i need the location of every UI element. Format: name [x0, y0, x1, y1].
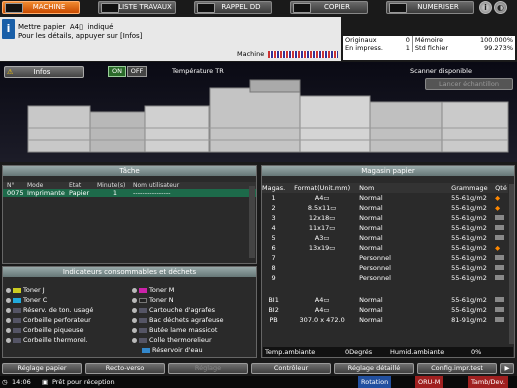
tab-machine[interactable]: MACHINE [2, 1, 80, 14]
status-bar: ◷ 14:06 ▣ Prêt pour réception Rotation O… [0, 376, 517, 388]
toner-m: Toner M [132, 286, 174, 294]
tab-copier[interactable]: COPIER [290, 1, 368, 14]
tray-row[interactable]: 4 11x17▭ Normal 55-61g/m2 [262, 223, 508, 233]
reglage-detaille-button[interactable]: Réglage détaillé [334, 363, 414, 374]
help-icon[interactable]: i [479, 1, 492, 14]
printer-illustration [27, 79, 509, 153]
quantity-icon [495, 255, 505, 260]
printer-icon: ▣ [42, 378, 49, 386]
quantity-icon [495, 297, 505, 302]
temperature-label: Température TR [172, 67, 224, 75]
task-panel-title: Tâche [3, 166, 256, 176]
clock-icon: ◷ [2, 378, 8, 386]
reglage-button[interactable]: Réglage [168, 363, 248, 374]
tray-panel-title: Magasin papier [262, 166, 514, 176]
task-table: N° Mode Etat Minute(s) Nom utilisateur 0… [3, 182, 256, 197]
message-bar: i Mettre papier A4▯ indiqué Pour les dét… [0, 17, 341, 61]
consumables-title: Indicateurs consommables et déchets [3, 267, 256, 277]
toner-j: Toner J [6, 286, 45, 294]
quantity-icon [495, 317, 505, 322]
message-line-1: Mettre papier A4▯ indiqué [18, 23, 114, 31]
binder-glue: Colle thermorelieur [132, 336, 212, 344]
machine-icon [5, 3, 23, 13]
controleur-button[interactable]: Contrôleur [251, 363, 331, 374]
tray-row[interactable]: 6 13x19▭ Normal 55-61g/m2 ◆ [262, 243, 508, 253]
staple-cartridge: Cartouche d'agrafes [132, 306, 215, 314]
tray-table: Magas. Format(Unit.mm) Nom Grammage Qté … [262, 183, 508, 325]
quantity-icon [495, 215, 505, 220]
tray-row[interactable]: BI2 A4▭ Normal 55-61g/m2 [262, 305, 508, 315]
copier-icon [293, 3, 311, 13]
scanner-icon [389, 3, 407, 13]
tray-row[interactable]: 8 Personnel 55-61g/m2 [262, 263, 508, 273]
list-icon [101, 3, 119, 13]
tray-row[interactable]: 5 A3▭ Normal 55-61g/m2 [262, 233, 508, 243]
config-impr-test-button[interactable]: Config.impr.test [417, 363, 497, 374]
tray-row[interactable]: 2 8.5x11▭ Normal 55-61g/m2 ◆ [262, 203, 508, 213]
machine-label: Machine [237, 50, 265, 58]
quantity-icon [495, 225, 505, 230]
thermal-waste: Corbeille thermorel. [6, 336, 88, 344]
waste-toner: Réserv. de ton. usagé [6, 306, 93, 314]
warning-icon: ◆ [495, 244, 501, 252]
tamb-status: Tamb/Dev. [468, 376, 508, 388]
reglage-papier-button[interactable]: Réglage papier [2, 363, 82, 374]
staple-waste: Corbeille piqueuse [6, 326, 83, 334]
rotation-status: Rotation [358, 376, 392, 388]
tray-row[interactable]: BI1 A4▭ Normal 55-61g/m2 [262, 295, 508, 305]
task-scrollbar[interactable] [249, 186, 255, 258]
trimmer-stop: Butée lame massicot [132, 326, 217, 334]
water-reservoir: Réservoir d'eau [142, 346, 203, 354]
ambient-strip: Temp.ambiante 0Degrés Humid.ambiante 0% [263, 347, 513, 357]
quantity-icon [495, 265, 505, 270]
next-arrow-button[interactable]: ▶ [500, 363, 514, 374]
tab-liste-travaux[interactable]: LISTE TRAVAUX [98, 1, 176, 14]
settings-icon[interactable]: ◐ [494, 1, 507, 14]
tray-row[interactable]: 3 12x18▭ Normal 55-61g/m2 [262, 213, 508, 223]
scanner-status: Scanner disponible [410, 67, 472, 75]
toner-n: Toner N [132, 296, 174, 304]
stapler-waste-tray: Bac déchets agrafeuse [132, 316, 223, 324]
oru-status: ORU-M [415, 376, 444, 388]
quantity-icon [495, 235, 505, 240]
tray-row[interactable]: 7 Personnel 55-61g/m2 [262, 253, 508, 263]
task-panel: Tâche N° Mode Etat Minute(s) Nom utilisa… [2, 165, 257, 264]
machine-gauge [268, 51, 338, 58]
punch-waste: Corbeille perforateur [6, 316, 91, 324]
tray-row[interactable]: PB 307.0 x 472.0 Normal 81-91g/m2 [262, 315, 508, 325]
tray-row[interactable]: 9 Personnel 55-61g/m2 [262, 273, 508, 283]
quantity-icon [495, 275, 505, 280]
info-icon: i [2, 19, 15, 39]
stats-box: Originaux 0 Mémoire 100.000% En impress. 1 St… [343, 36, 515, 60]
quantity-icon [495, 307, 505, 312]
toner-c: Toner C [6, 296, 47, 304]
message-line-2: Pour les détails, appuyer sur [Infos] [18, 32, 143, 40]
warning-icon: ◆ [495, 194, 501, 202]
hdd-icon [197, 3, 215, 13]
tab-numeriser[interactable]: NUMERISER [386, 1, 474, 14]
recto-verso-button[interactable]: Recto-verso [85, 363, 165, 374]
task-row[interactable]: 0075 Imprimante Papier 1 ---------------… [3, 189, 256, 197]
warning-icon: ◆ [495, 204, 501, 212]
tray-scrollbar[interactable] [509, 184, 514, 344]
tray-row[interactable]: 1 A4▭ Normal 55-61g/m2 ◆ [262, 193, 508, 203]
tab-rappel-dd[interactable]: RAPPEL DD [194, 1, 272, 14]
